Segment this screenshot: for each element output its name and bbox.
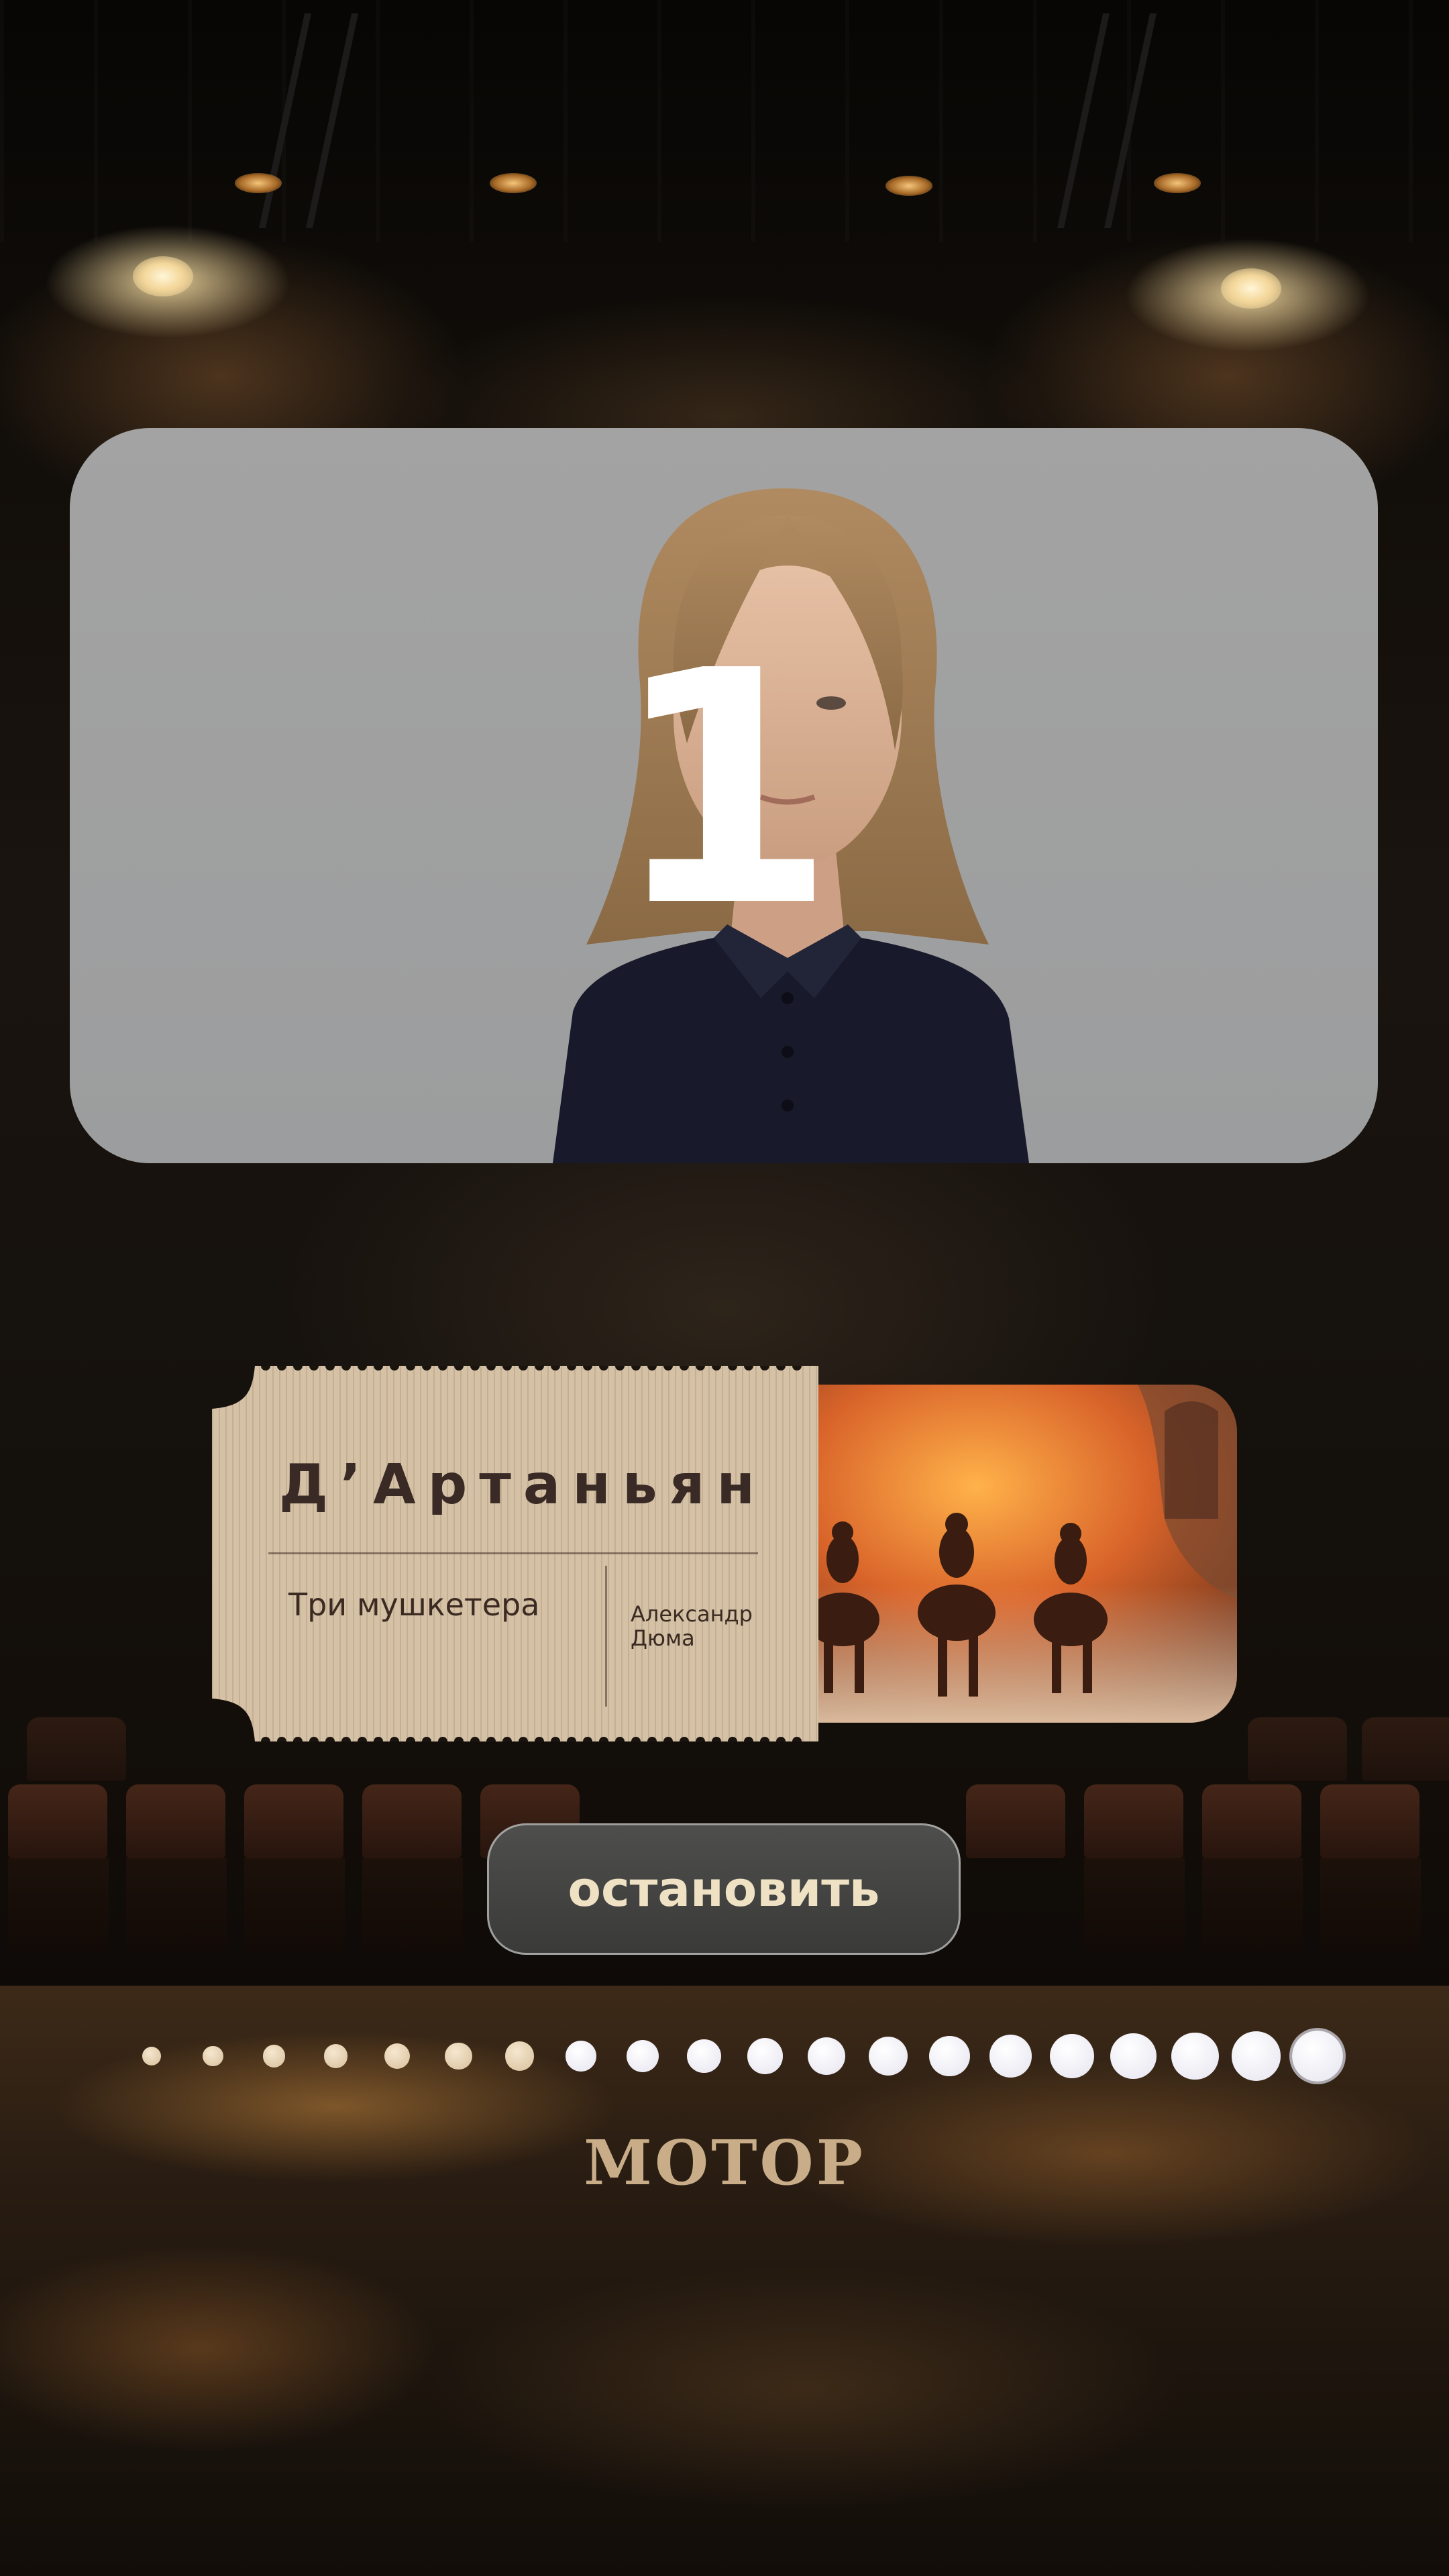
progress-dot xyxy=(747,2038,784,2074)
role-name: Д’Артаньян xyxy=(279,1453,767,1517)
ticket-divider-vertical xyxy=(605,1566,607,1707)
role-ticket: Д’Артаньян Три мушкетера Александр Дюма xyxy=(212,1366,1237,1741)
seat xyxy=(1362,1717,1449,1781)
brand-logo: МОТОР xyxy=(584,2127,865,2199)
ticket-divider xyxy=(268,1552,758,1554)
spotlight xyxy=(133,256,193,297)
seat xyxy=(362,1784,462,1858)
progress-dot xyxy=(384,2043,410,2070)
seat xyxy=(1084,1784,1183,1858)
progress-dot xyxy=(1110,2033,1157,2080)
progress-dot xyxy=(989,2035,1032,2078)
progress-dot xyxy=(868,2036,908,2076)
progress-dot xyxy=(626,2039,659,2073)
progress-dot xyxy=(142,2047,161,2065)
seat xyxy=(1320,1784,1419,1858)
stop-recording-button[interactable]: остановить xyxy=(487,1823,961,1955)
seat-base xyxy=(244,1858,345,1952)
progress-dot xyxy=(928,2035,970,2077)
progress-dot xyxy=(566,2041,597,2072)
play-author: Александр Дюма xyxy=(631,1601,753,1651)
spotlight xyxy=(1221,268,1281,309)
stage-lamp xyxy=(1154,173,1201,193)
seat-base xyxy=(8,1858,109,1952)
play-title: Три мушкетера xyxy=(288,1587,540,1623)
seat xyxy=(1202,1784,1301,1858)
seat xyxy=(966,1784,1065,1858)
progress-dot xyxy=(808,2037,846,2075)
lighting-rig xyxy=(0,0,1449,241)
progress-dot xyxy=(686,2039,721,2074)
seat-base xyxy=(126,1858,227,1952)
progress-indicator xyxy=(0,2026,1449,2093)
progress-dot xyxy=(505,2041,535,2071)
progress-dot xyxy=(203,2045,223,2067)
seat-base xyxy=(362,1858,463,1952)
burning-horsemen-scene-icon xyxy=(762,1385,1237,1723)
stage-lamp xyxy=(490,173,537,193)
camera-preview: 1 xyxy=(70,428,1378,1163)
seat xyxy=(27,1717,126,1781)
countdown-number: 1 xyxy=(612,602,836,977)
ticket-stub: Д’Артаньян Три мушкетера Александр Дюма xyxy=(212,1366,818,1741)
progress-dot xyxy=(263,2045,286,2068)
progress-dot xyxy=(323,2044,348,2068)
seat xyxy=(8,1784,107,1858)
stage-lamp xyxy=(235,173,282,193)
seat xyxy=(244,1784,343,1858)
seat-base xyxy=(1084,1858,1185,1952)
seat xyxy=(126,1784,225,1858)
seat-base xyxy=(1320,1858,1421,1952)
stage-lamp xyxy=(885,176,932,196)
seat xyxy=(1248,1717,1347,1781)
progress-dot xyxy=(445,2042,472,2070)
progress-dot xyxy=(1171,2032,1219,2080)
progress-dot xyxy=(1050,2034,1095,2078)
seat-base xyxy=(1202,1858,1303,1952)
progress-dot xyxy=(1292,2031,1343,2082)
progress-dot xyxy=(1231,2031,1281,2081)
